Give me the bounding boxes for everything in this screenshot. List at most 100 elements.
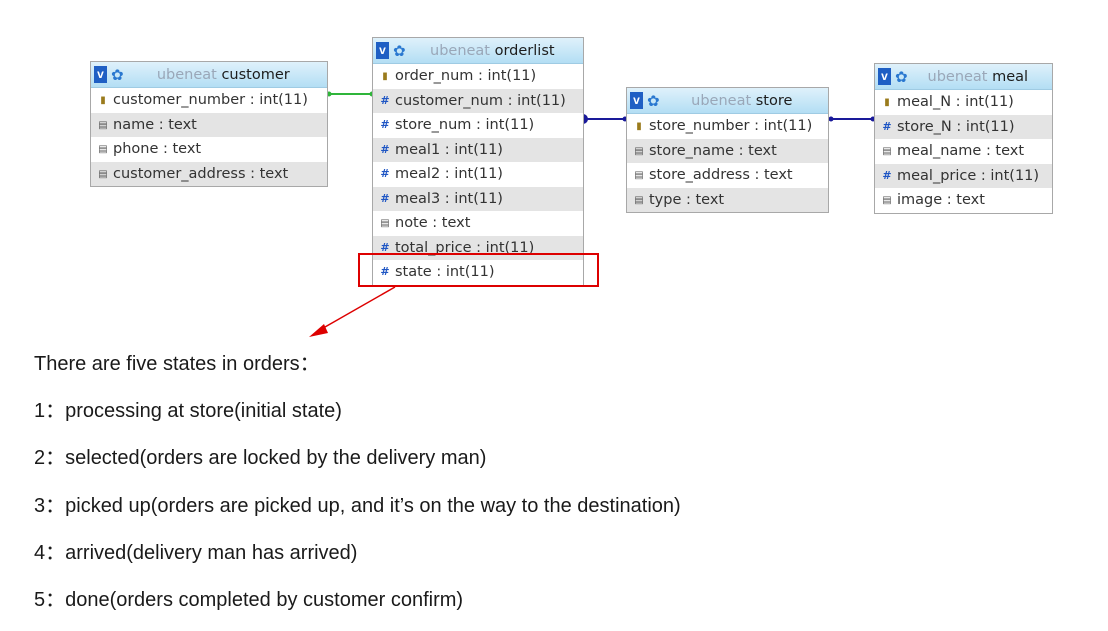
column-row[interactable]: # meal2 : int(11) [373, 162, 583, 187]
column-label: image : text [897, 192, 985, 208]
column-row[interactable]: # customer_num : int(11) [373, 88, 583, 113]
key-icon: ▮ [100, 95, 106, 106]
column-list: ▮ store_number : int(11) ▤ store_name : te… [627, 114, 828, 212]
column-label: meal2 : int(11) [395, 166, 503, 182]
column-row[interactable]: ▤ name : text [91, 112, 327, 137]
database-name: ubeneat [430, 42, 490, 59]
column-label: note : text [395, 215, 471, 231]
column-label: customer_num : int(11) [395, 92, 566, 109]
column-list: ▮ meal_N : int(11) # store_N : int(11) ▤ me… [875, 90, 1052, 213]
column-row[interactable]: ▮ order_num : int(11) [373, 64, 583, 89]
column-row[interactable]: ▤ customer_address : text [91, 161, 327, 186]
annotation-arrowhead [309, 324, 328, 337]
text-field-icon: ▤ [634, 145, 644, 157]
table-name: customer [221, 66, 290, 83]
column-row[interactable]: # store_N : int(11) [875, 114, 1052, 139]
state-notes: There are five states in orders： 1：proce… [34, 345, 1074, 628]
text-field-icon: ▤ [98, 168, 108, 180]
hash-icon: # [380, 167, 390, 180]
text-field-icon: ▤ [882, 195, 892, 206]
text-field-icon: ▤ [380, 218, 390, 229]
table-header[interactable]: v ✿ ubeneat meal [875, 64, 1052, 90]
table-title: ubeneat customer [124, 67, 327, 83]
text-field-icon: ▤ [882, 146, 892, 157]
table-header[interactable]: v ✿ ubeneat store [627, 88, 828, 114]
text-field-icon: ▤ [634, 170, 644, 181]
table-name: meal [992, 68, 1029, 85]
column-label: store_N : int(11) [897, 118, 1015, 135]
column-label: meal1 : int(11) [395, 141, 503, 158]
table-orderlist[interactable]: v ✿ ubeneat orderlist ▮ order_num : int(1… [372, 37, 584, 286]
column-label: store_name : text [649, 142, 777, 159]
column-row[interactable]: # meal3 : int(11) [373, 186, 583, 211]
gear-icon[interactable]: ✿ [647, 92, 660, 110]
column-row[interactable]: ▤ type : text [627, 187, 828, 212]
state-item: 1：processing at store(initial state) [34, 400, 342, 423]
gear-icon[interactable]: ✿ [895, 68, 908, 86]
hash-icon: # [882, 168, 892, 182]
table-title: ubeneat orderlist [406, 43, 583, 59]
key-icon: ▮ [636, 121, 642, 132]
column-list: ▮ customer_number : int(11) ▤ name : text … [91, 88, 327, 186]
column-label: store_number : int(11) [649, 118, 813, 134]
state-item: 3：picked up(orders are picked up, and it… [34, 494, 681, 517]
hash-icon: # [380, 118, 390, 131]
view-v-icon[interactable]: v [94, 66, 107, 83]
column-row[interactable]: ▤ note : text [373, 211, 583, 236]
gear-icon[interactable]: ✿ [393, 42, 406, 60]
table-meal[interactable]: v ✿ ubeneat meal ▮ meal_N : int(11) # stor… [874, 63, 1053, 214]
table-store[interactable]: v ✿ ubeneat store ▮ store_number : int(11… [626, 87, 829, 213]
hash-icon: # [380, 142, 390, 156]
table-name: orderlist [494, 42, 555, 59]
key-icon: ▮ [884, 97, 890, 108]
hash-icon: # [380, 93, 390, 107]
column-label: store_num : int(11) [395, 117, 535, 133]
column-list: ▮ order_num : int(11) # customer_num : int… [373, 64, 583, 285]
view-v-icon[interactable]: v [878, 68, 891, 85]
view-v-icon[interactable]: v [376, 42, 389, 59]
column-label: customer_number : int(11) [113, 92, 308, 108]
column-row[interactable]: ▮ store_number : int(11) [627, 114, 828, 139]
column-label: meal_name : text [897, 143, 1025, 159]
state-highlight-box [358, 253, 599, 287]
text-field-icon: ▤ [98, 119, 108, 131]
column-row[interactable]: # meal_price : int(11) [875, 163, 1052, 188]
database-name: ubeneat [156, 66, 217, 83]
column-row[interactable]: ▤ store_address : text [627, 163, 828, 188]
column-row[interactable]: # store_num : int(11) [373, 113, 583, 138]
column-row[interactable]: ▮ meal_N : int(11) [875, 90, 1052, 115]
table-customer[interactable]: v ✿ ubeneat customer ▮ customer_number : … [90, 61, 328, 187]
state-item: 5：done(orders completed by customer conf… [34, 588, 464, 611]
column-label: meal3 : int(11) [395, 190, 503, 207]
hash-icon: # [882, 119, 892, 133]
gear-icon[interactable]: ✿ [111, 66, 124, 84]
column-row[interactable]: ▮ customer_number : int(11) [91, 88, 327, 113]
table-title: ubeneat store [660, 93, 828, 109]
column-label: store_address : text [649, 167, 793, 183]
text-field-icon: ▤ [634, 194, 644, 206]
relation-endpoint [828, 116, 834, 122]
notes-intro: There are five states in orders： [34, 353, 320, 375]
column-label: name : text [113, 116, 197, 133]
column-row[interactable]: ▤ image : text [875, 188, 1052, 213]
column-row[interactable]: ▤ meal_name : text [875, 139, 1052, 164]
column-row[interactable]: ▤ phone : text [91, 137, 327, 162]
view-v-icon[interactable]: v [630, 92, 643, 109]
column-label: meal_N : int(11) [897, 94, 1014, 110]
text-field-icon: ▤ [98, 144, 108, 155]
column-row[interactable]: ▤ store_name : text [627, 138, 828, 163]
annotation-arrow [317, 286, 396, 332]
table-header[interactable]: v ✿ ubeneat customer [91, 62, 327, 88]
hash-icon: # [380, 191, 390, 205]
state-item: 2：selected(orders are locked by the deli… [34, 447, 487, 470]
table-name: store [755, 92, 793, 109]
column-label: type : text [649, 191, 725, 208]
table-title: ubeneat meal [908, 69, 1052, 85]
column-label: meal_price : int(11) [897, 167, 1040, 184]
state-item: 4：arrived(delivery man has arrived) [34, 541, 358, 564]
column-row[interactable]: # meal1 : int(11) [373, 137, 583, 162]
database-name: ubeneat [927, 68, 988, 85]
column-label: order_num : int(11) [395, 68, 537, 84]
key-icon: ▮ [382, 71, 388, 82]
table-header[interactable]: v ✿ ubeneat orderlist [373, 38, 583, 64]
